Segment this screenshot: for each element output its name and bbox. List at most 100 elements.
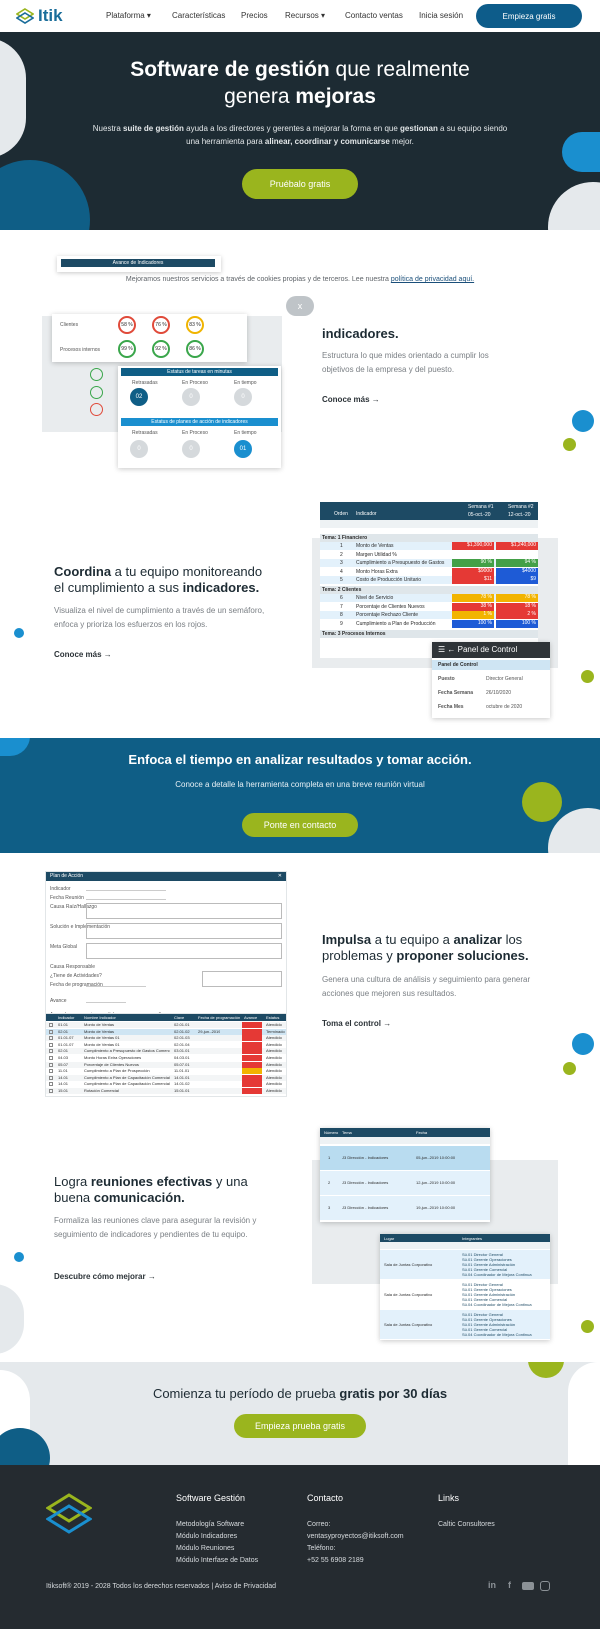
contact-button[interactable]: Ponte en contacto: [242, 813, 358, 837]
table-cell: 14.01: [58, 1074, 69, 1080]
chevron-down-icon: ▾: [321, 11, 326, 20]
table-row[interactable]: 01.01.07 Monto de Ventas 01 02.01.03 Atendi…: [46, 1035, 286, 1042]
solution-field[interactable]: [86, 923, 282, 939]
phone-link[interactable]: +52 55 6908 2189: [307, 1555, 404, 1567]
room-row[interactable]: Sala de Juntas Corporativo Sü.01 Director…: [380, 1250, 550, 1279]
close-icon[interactable]: ✕: [278, 872, 282, 881]
row-number: 1: [340, 543, 343, 549]
progress-cell: [242, 1068, 262, 1075]
back-arrow-icon[interactable]: ←: [447, 645, 455, 654]
filter-row[interactable]: [320, 1137, 490, 1144]
progress-field[interactable]: [86, 997, 126, 1003]
row-checkbox[interactable]: [49, 1062, 53, 1067]
table-row[interactable]: 02.01 Monto de Ventas 02.01.02 29-jun.-2019…: [46, 1028, 286, 1035]
row-checkbox[interactable]: [49, 1049, 53, 1054]
footer-logo-icon[interactable]: [46, 1493, 92, 1535]
indicator-field[interactable]: [86, 885, 166, 891]
footer-link[interactable]: Caltic Consultores: [438, 1519, 495, 1531]
root-cause-field[interactable]: [86, 903, 282, 919]
footer-link[interactable]: Módulo Interfase de Datos: [176, 1555, 258, 1567]
table-row[interactable]: 01.01.07 Monto de Ventas 01 02.01.04 Atendi…: [46, 1041, 286, 1048]
feature4-link[interactable]: Descubre cómo mejorar →: [54, 1272, 156, 1281]
filter-row[interactable]: [320, 520, 538, 528]
footer-link[interactable]: Módulo Indicadores: [176, 1531, 258, 1543]
band-title: Enfoca el tiempo en analizar resultados …: [128, 752, 472, 767]
logo[interactable]: Itik: [16, 6, 63, 26]
try-free-button[interactable]: Pruébalo gratis: [242, 169, 358, 199]
room-name: Sala de Juntas Corporativo: [384, 1292, 433, 1297]
email-link[interactable]: ventasyproyectos@itiksoft.com: [307, 1531, 404, 1543]
schedule-date-field[interactable]: [86, 981, 146, 987]
decor-dot: [572, 410, 594, 432]
week1-value: $9000: [452, 567, 494, 576]
room-row[interactable]: Sala de Juntas Corporativo Sü.01 Director…: [380, 1280, 550, 1309]
scorecard-row: 4 Monto Horas Extra $9000 $4000: [320, 567, 538, 576]
goal-field[interactable]: [86, 943, 282, 959]
table-row[interactable]: 02.01 Cumplimiento a Presupuesto de Gasto…: [46, 1048, 286, 1055]
col-label: Retrasadas: [132, 380, 158, 386]
feature2-link[interactable]: Conoce más →: [54, 650, 112, 659]
footer-col3-list: Caltic Consultores: [438, 1519, 495, 1531]
table-cell: 14.01: [58, 1081, 69, 1087]
table-row[interactable]: 01.01 Monto de Ventas 02.01.01 Atendido: [46, 1022, 286, 1028]
field-value[interactable]: octubre de 2020: [486, 704, 522, 710]
nav-contacto-ventas[interactable]: Contacto ventas: [345, 11, 403, 20]
row-checkbox[interactable]: [49, 1023, 53, 1027]
row-indicator: Nivel de Servicio: [356, 595, 394, 601]
row-checkbox[interactable]: [49, 1089, 53, 1093]
feature1-link[interactable]: Conoce más →: [322, 395, 380, 404]
row-number: 9: [340, 620, 343, 627]
row-label: Clientes: [60, 322, 79, 328]
status-count: 01: [234, 440, 252, 458]
meeting-row[interactable]: 3 J3 Dirección - Indicadores 19-jun.-2019 …: [320, 1196, 490, 1220]
row-checkbox[interactable]: [49, 1082, 53, 1087]
theme-row: Tema: 2 Clientes: [320, 586, 538, 594]
col-week2-date: 12-oct.-20: [508, 512, 531, 518]
nav-inicia-sesion[interactable]: Inicia sesión: [419, 11, 463, 20]
field-value[interactable]: Director General: [486, 676, 523, 682]
cookie-close-button[interactable]: x: [286, 296, 314, 316]
start-free-button[interactable]: Empieza gratis: [476, 4, 582, 28]
facebook-icon[interactable]: f: [508, 1580, 511, 1590]
table-row[interactable]: 11.01 Cumplimiento a Plan de Prospección 1…: [46, 1068, 286, 1075]
linkedin-icon[interactable]: in: [488, 1580, 496, 1590]
row-checkbox[interactable]: [49, 1042, 53, 1047]
table-header: Indicador Nombre Indicador Clave Fecha d…: [46, 1014, 286, 1021]
week1-value: 78 %: [452, 594, 494, 602]
row-checkbox[interactable]: [49, 1056, 53, 1060]
meeting-row[interactable]: 1 J3 Dirección - Indicadores 05-jun.-2019 …: [320, 1146, 490, 1170]
table-row[interactable]: 14.01 Cumplimiento a Plan de Capacitación…: [46, 1074, 286, 1081]
nav-caracteristicas[interactable]: Características: [172, 11, 225, 20]
filter-row[interactable]: [380, 1242, 550, 1249]
field-value[interactable]: 26/10/2020: [486, 690, 511, 696]
row-checkbox[interactable]: [49, 1069, 53, 1074]
table-row[interactable]: 15.01 Rotación Comercial 15.01.01 Atendido: [46, 1088, 286, 1094]
progress-cell: [242, 1041, 262, 1048]
meeting-date-field[interactable]: [86, 894, 166, 900]
table-row[interactable]: 05.07 Porcentaje de Clientes Nuevos 05.07.…: [46, 1061, 286, 1068]
menu-icon[interactable]: ☰: [438, 645, 445, 654]
page: Itik Plataforma ▾ Características Precio…: [0, 0, 600, 1629]
start-trial-button[interactable]: Empieza prueba gratis: [234, 1414, 366, 1438]
logo-icon: [16, 8, 34, 24]
youtube-icon[interactable]: [522, 1582, 534, 1590]
footer-link[interactable]: Metodología Software: [176, 1519, 258, 1531]
table-row[interactable]: 04.03 Monto Horas Extra Operaciones 04.03.…: [46, 1055, 286, 1061]
room-row[interactable]: Sala de Juntas Corporativo Sü.01 Director…: [380, 1310, 550, 1339]
instagram-icon[interactable]: [540, 1581, 550, 1591]
nav-plataforma[interactable]: Plataforma ▾: [106, 11, 151, 20]
nav-recursos[interactable]: Recursos ▾: [285, 11, 325, 20]
decor-shape: [0, 1284, 24, 1354]
feature3-link[interactable]: Toma el control →: [322, 1019, 391, 1028]
schedule-detail-field[interactable]: [202, 971, 282, 987]
meeting-row[interactable]: 2 J3 Dirección - Indicadores 12-jun.-2019 …: [320, 1171, 490, 1195]
footer-col2-list: Correo: ventasyproyectos@itiksoft.com Te…: [307, 1519, 404, 1567]
table-row[interactable]: 14.01 Cumplimiento a Plan de Capacitación…: [46, 1081, 286, 1088]
row-checkbox[interactable]: [49, 1036, 53, 1041]
row-checkbox[interactable]: [49, 1029, 53, 1034]
footer-link[interactable]: Módulo Reuniones: [176, 1543, 258, 1555]
form-label: ¿Tiene de Actividades?: [50, 973, 102, 979]
row-checkbox[interactable]: [49, 1075, 53, 1080]
privacy-policy-link[interactable]: política de privacidad aquí.: [391, 276, 474, 283]
nav-precios[interactable]: Precios: [241, 11, 268, 20]
